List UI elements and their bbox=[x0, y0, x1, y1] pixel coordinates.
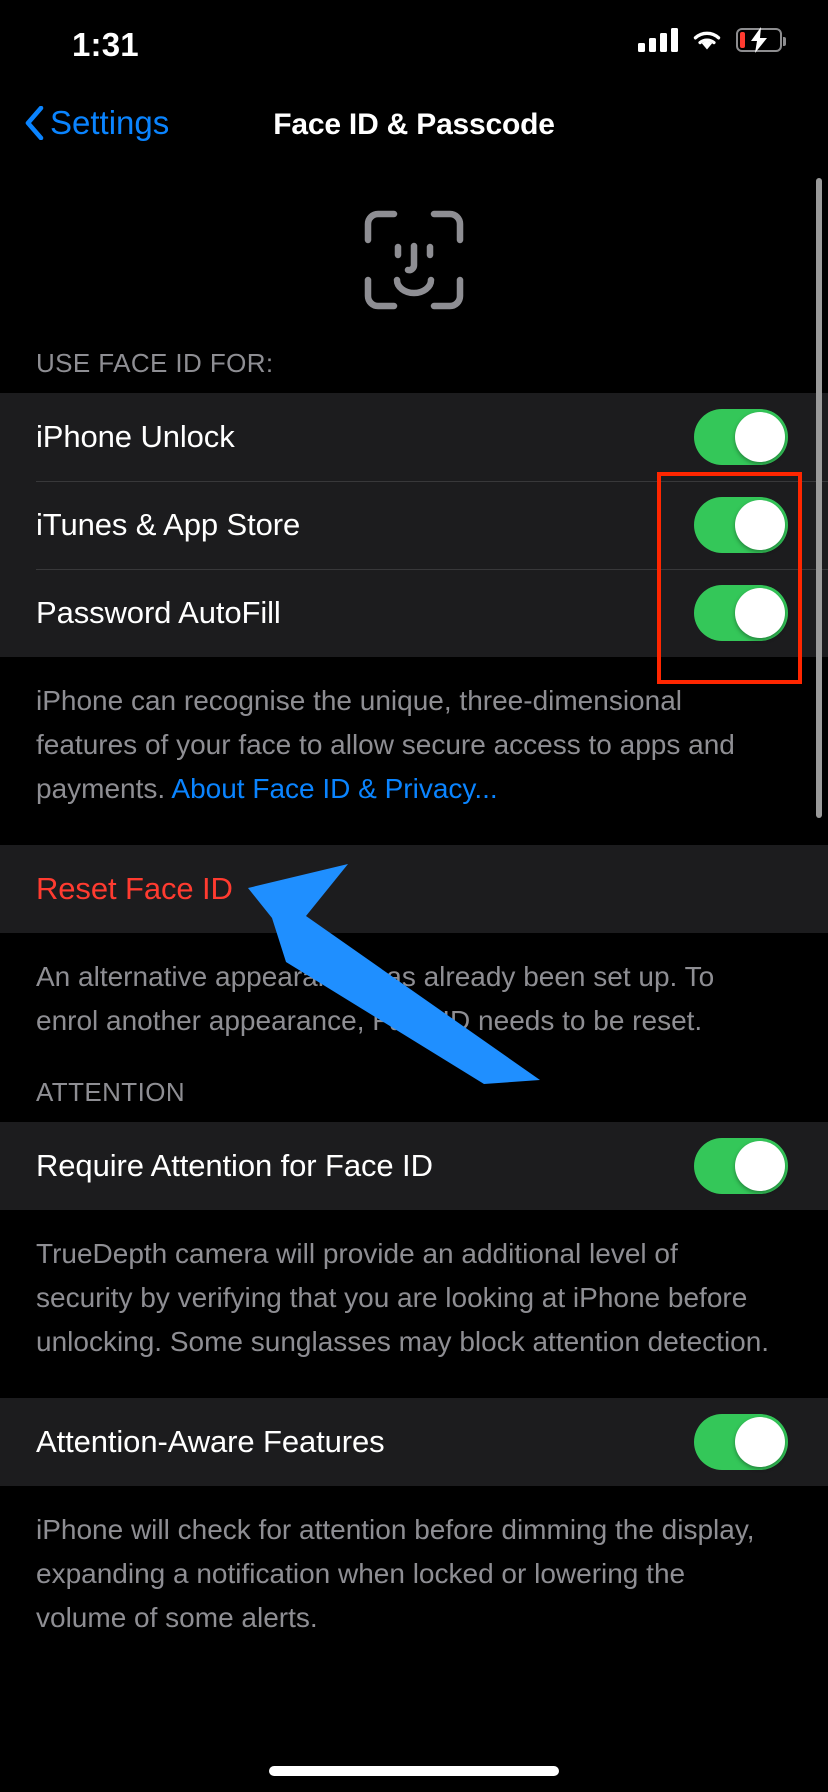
row-label: Attention-Aware Features bbox=[36, 1424, 385, 1459]
toggle-attention-aware-features[interactable] bbox=[694, 1414, 788, 1470]
cellular-signal-icon bbox=[638, 28, 678, 52]
status-bar-time: 1:31 bbox=[72, 26, 139, 63]
group-reset-face-id: Reset Face ID bbox=[0, 845, 828, 933]
footer-reset-description: An alternative appearance has already be… bbox=[0, 933, 828, 1077]
status-bar: 1:31 bbox=[0, 0, 828, 88]
footer-text-body: iPhone will check for attention before d… bbox=[36, 1514, 755, 1633]
toggle-itunes-app-store[interactable] bbox=[694, 497, 788, 553]
iphone-screen: 1:31 Settings Face ID & Passcode USE FAC… bbox=[0, 0, 828, 1792]
row-label: Require Attention for Face ID bbox=[36, 1148, 433, 1183]
face-id-icon bbox=[364, 210, 464, 310]
navigation-bar: Settings Face ID & Passcode bbox=[0, 88, 828, 168]
page-title: Face ID & Passcode bbox=[273, 108, 555, 141]
row-label: iTunes & App Store bbox=[36, 507, 301, 542]
toggle-knob bbox=[735, 412, 785, 462]
row-iphone-unlock[interactable]: iPhone Unlock bbox=[0, 393, 828, 481]
toggle-knob bbox=[735, 1417, 785, 1467]
home-indicator bbox=[269, 1766, 559, 1776]
row-require-attention[interactable]: Require Attention for Face ID bbox=[0, 1122, 828, 1210]
footer-face-id-description: iPhone can recognise the unique, three-d… bbox=[0, 657, 828, 845]
toggle-knob bbox=[735, 588, 785, 638]
section-header-use-face-id: USE FACE ID FOR: bbox=[36, 348, 274, 378]
toggle-knob bbox=[735, 1141, 785, 1191]
row-reset-face-id[interactable]: Reset Face ID bbox=[0, 845, 828, 933]
footer-attention-description: TrueDepth camera will provide an additio… bbox=[0, 1210, 828, 1398]
about-face-id-privacy-link[interactable]: About Face ID & Privacy... bbox=[171, 773, 497, 804]
toggle-password-autofill[interactable] bbox=[694, 585, 788, 641]
group-use-face-id: iPhone Unlock iTunes & App Store Passwor… bbox=[0, 393, 828, 657]
section-header-attention: ATTENTION bbox=[36, 1077, 185, 1107]
row-attention-aware-features[interactable]: Attention-Aware Features bbox=[0, 1398, 828, 1486]
toggle-iphone-unlock[interactable] bbox=[694, 409, 788, 465]
row-label: Password AutoFill bbox=[36, 595, 281, 630]
row-password-autofill[interactable]: Password AutoFill bbox=[0, 569, 828, 657]
reset-face-id-label: Reset Face ID bbox=[36, 871, 233, 906]
wifi-icon bbox=[691, 28, 723, 52]
footer-attention-aware-description: iPhone will check for attention before d… bbox=[0, 1486, 828, 1674]
toggle-require-attention[interactable] bbox=[694, 1138, 788, 1194]
footer-text-body: An alternative appearance has already be… bbox=[36, 961, 715, 1036]
footer-text-body: TrueDepth camera will provide an additio… bbox=[36, 1238, 770, 1357]
face-id-hero bbox=[0, 168, 828, 348]
group-attention-aware: Attention-Aware Features bbox=[0, 1398, 828, 1486]
group-attention: Require Attention for Face ID bbox=[0, 1122, 828, 1210]
settings-scroll-view[interactable]: USE FACE ID FOR: iPhone Unlock iTunes & … bbox=[0, 168, 828, 1792]
row-itunes-app-store[interactable]: iTunes & App Store bbox=[0, 481, 828, 569]
toggle-knob bbox=[735, 500, 785, 550]
row-label: iPhone Unlock bbox=[36, 419, 235, 454]
battery-charging-icon bbox=[736, 27, 786, 53]
vertical-scrollbar[interactable] bbox=[816, 178, 822, 818]
status-bar-indicators bbox=[638, 27, 786, 53]
